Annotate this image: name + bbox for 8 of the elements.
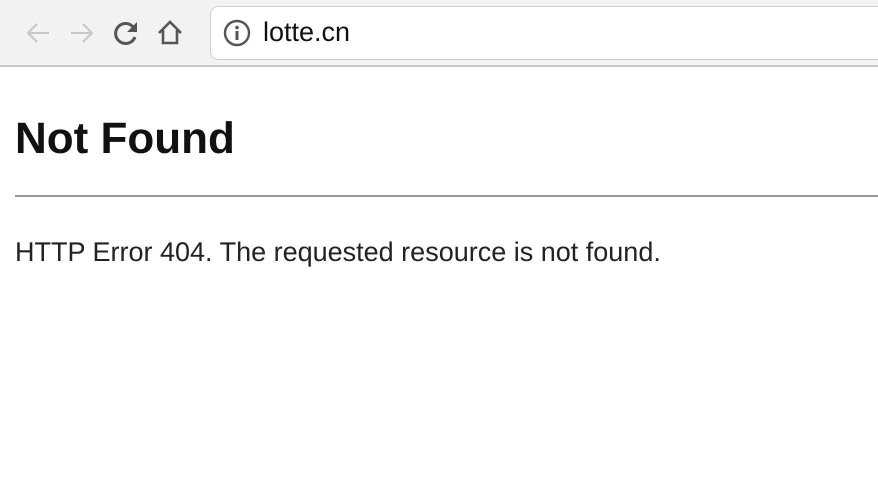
left-arrow-icon (25, 22, 51, 44)
address-bar[interactable]: lotte.cn (210, 6, 878, 60)
error-message: HTTP Error 404. The requested resource is not found. (15, 236, 662, 269)
page-heading: Not Found (15, 113, 236, 165)
home-icon (156, 18, 184, 46)
info-icon (223, 18, 251, 46)
url-text: lotte.cn (263, 17, 350, 48)
right-arrow-icon (69, 22, 95, 44)
